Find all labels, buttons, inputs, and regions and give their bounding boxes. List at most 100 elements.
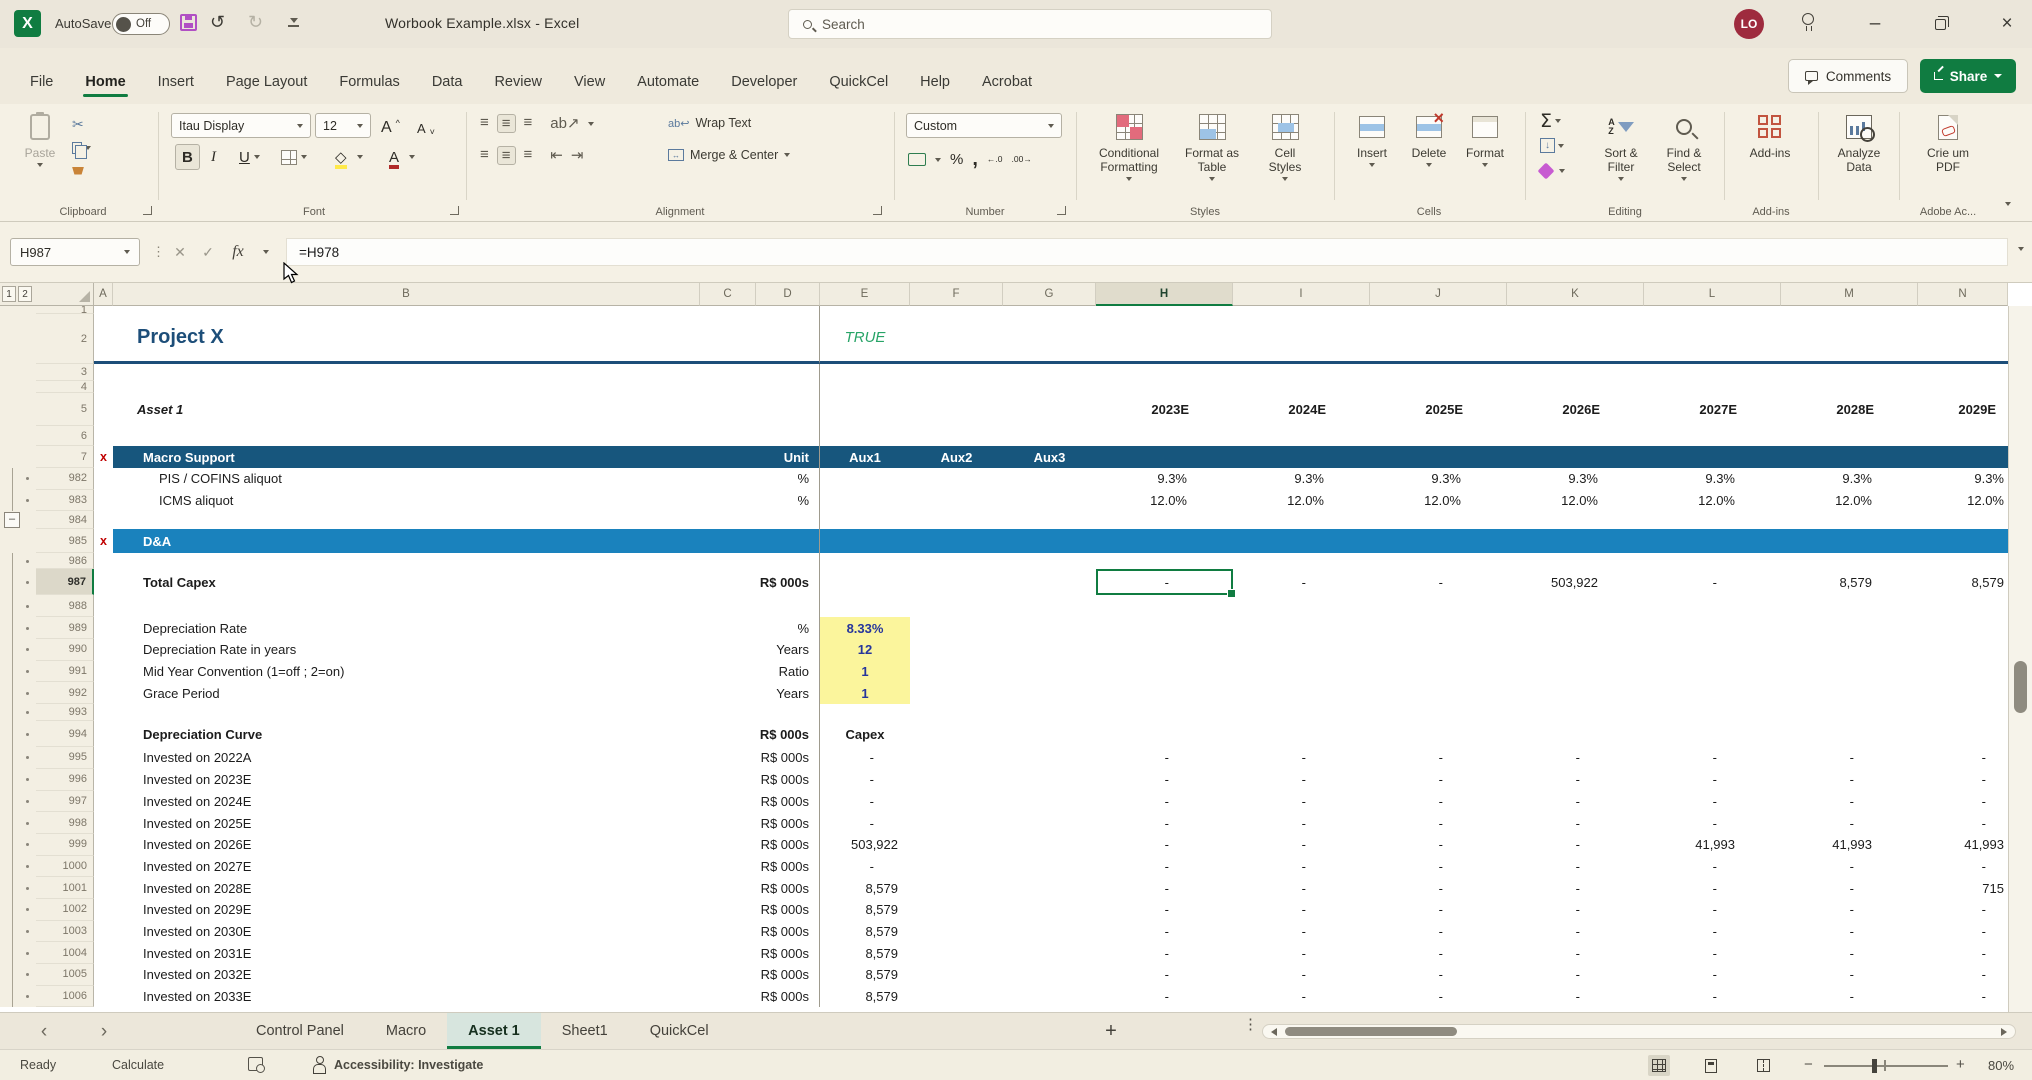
- cell-A982[interactable]: [94, 468, 113, 490]
- cell-H6[interactable]: [1096, 426, 1233, 446]
- cell-G999[interactable]: [1003, 834, 1096, 856]
- cell-E988[interactable]: [820, 595, 910, 617]
- cell-CD5[interactable]: [700, 393, 820, 426]
- cell-B1000[interactable]: Invested on 2027E: [113, 856, 700, 878]
- cell-A1000[interactable]: [94, 856, 113, 878]
- cell-CD1004[interactable]: R$ 000s: [700, 942, 820, 964]
- cell-I988[interactable]: [1233, 595, 1370, 617]
- font-dialog-launcher[interactable]: [450, 206, 459, 215]
- sheet-tab-asset-1[interactable]: Asset 1: [447, 1013, 541, 1049]
- cell-K986[interactable]: [1507, 553, 1644, 569]
- cell-K983[interactable]: 12.0%: [1507, 490, 1644, 512]
- column-header-G[interactable]: G: [1003, 283, 1096, 306]
- row-header-997[interactable]: 997: [36, 791, 94, 813]
- cell-J3[interactable]: [1370, 364, 1507, 381]
- cell-J1001[interactable]: -: [1370, 877, 1507, 899]
- cell-K987[interactable]: 503,922: [1507, 569, 1644, 595]
- ribbon-tab-file[interactable]: File: [14, 64, 69, 104]
- cell-G985[interactable]: [1003, 529, 1096, 553]
- cell-I1006[interactable]: -: [1233, 986, 1370, 1008]
- cell-L999[interactable]: 41,993: [1644, 834, 1781, 856]
- ribbon-tab-quickcel[interactable]: QuickCel: [813, 64, 904, 104]
- cell-H995[interactable]: -: [1096, 747, 1233, 769]
- clipboard-dialog-launcher[interactable]: [143, 206, 152, 215]
- cell-CD1002[interactable]: R$ 000s: [700, 899, 820, 921]
- undo-icon[interactable]: ↺: [210, 12, 225, 33]
- cell-E994[interactable]: Capex: [820, 721, 910, 747]
- cell-L993[interactable]: [1644, 704, 1781, 721]
- decrease-indent-icon[interactable]: ⇤: [550, 146, 563, 165]
- sheet-tab-quickcel[interactable]: QuickCel: [629, 1013, 730, 1049]
- cell-N1004[interactable]: -: [1918, 942, 2008, 964]
- cell-CD985[interactable]: [700, 529, 820, 553]
- insert-cells-button[interactable]: Insert: [1346, 111, 1398, 167]
- cell-I991[interactable]: [1233, 661, 1370, 683]
- cell-M3[interactable]: [1781, 364, 1918, 381]
- row-header-999[interactable]: 999: [36, 834, 94, 856]
- ribbon-tab-page-layout[interactable]: Page Layout: [210, 64, 323, 104]
- scroll-left-icon[interactable]: [1271, 1028, 1277, 1036]
- cell-G997[interactable]: [1003, 791, 1096, 813]
- cell-K6[interactable]: [1507, 426, 1644, 446]
- increase-font-button[interactable]: A^: [381, 115, 400, 141]
- prev-sheet-button[interactable]: ‹: [32, 1020, 56, 1044]
- lightbulb-icon[interactable]: [1802, 13, 1814, 25]
- cell-E1002[interactable]: 8,579: [820, 899, 910, 921]
- cell-B1002[interactable]: Invested on 2029E: [113, 899, 700, 921]
- ribbon-tab-developer[interactable]: Developer: [715, 64, 813, 104]
- cell-N1002[interactable]: -: [1918, 899, 2008, 921]
- cell-G995[interactable]: [1003, 747, 1096, 769]
- number-format-select[interactable]: Custom: [906, 113, 1062, 138]
- cell-H2[interactable]: [1096, 314, 1233, 364]
- cell-B1[interactable]: [113, 306, 700, 314]
- cell-M993[interactable]: [1781, 704, 1918, 721]
- cell-L987[interactable]: -: [1644, 569, 1781, 595]
- row-header-995[interactable]: 995: [36, 747, 94, 769]
- percent-style-button[interactable]: %: [950, 151, 963, 168]
- cell-H983[interactable]: 12.0%: [1096, 490, 1233, 512]
- cell-A1006[interactable]: [94, 986, 113, 1008]
- cell-N984[interactable]: [1918, 511, 2008, 529]
- cell-CD990[interactable]: Years: [700, 639, 820, 661]
- cell-B986[interactable]: [113, 553, 700, 569]
- cell-I997[interactable]: -: [1233, 791, 1370, 813]
- cell-J993[interactable]: [1370, 704, 1507, 721]
- cell-J986[interactable]: [1370, 553, 1507, 569]
- cell-L1000[interactable]: -: [1644, 856, 1781, 878]
- cell-B993[interactable]: [113, 704, 700, 721]
- cell-B7[interactable]: Macro Support: [113, 446, 700, 468]
- cell-K1002[interactable]: -: [1507, 899, 1644, 921]
- cell-F982[interactable]: [910, 468, 1003, 490]
- cell-L4[interactable]: [1644, 381, 1781, 393]
- cell-E991[interactable]: 1: [820, 661, 910, 683]
- cell-N995[interactable]: -: [1918, 747, 2008, 769]
- cell-E983[interactable]: [820, 490, 910, 512]
- cell-H993[interactable]: [1096, 704, 1233, 721]
- row-header-991[interactable]: 991: [36, 661, 94, 683]
- cell-J995[interactable]: -: [1370, 747, 1507, 769]
- conditional-formatting-button[interactable]: Conditional Formatting: [1090, 111, 1168, 181]
- cell-H991[interactable]: [1096, 661, 1233, 683]
- cell-B3[interactable]: [113, 364, 700, 381]
- cell-M1006[interactable]: -: [1781, 986, 1918, 1008]
- cell-M1[interactable]: [1781, 306, 1918, 314]
- align-top-icon[interactable]: ≡: [480, 114, 489, 133]
- cell-A3[interactable]: [94, 364, 113, 381]
- cell-H1000[interactable]: -: [1096, 856, 1233, 878]
- cell-G992[interactable]: [1003, 682, 1096, 704]
- analyze-data-button[interactable]: Analyze Data: [1828, 111, 1890, 174]
- cell-K1001[interactable]: -: [1507, 877, 1644, 899]
- column-header-M[interactable]: M: [1781, 283, 1918, 306]
- cell-H998[interactable]: -: [1096, 812, 1233, 834]
- cell-M1001[interactable]: -: [1781, 877, 1918, 899]
- cell-B982[interactable]: PIS / COFINS aliquot: [113, 468, 700, 490]
- cell-N3[interactable]: [1918, 364, 2008, 381]
- cell-J988[interactable]: [1370, 595, 1507, 617]
- cell-J1005[interactable]: -: [1370, 964, 1507, 986]
- cell-CD983[interactable]: %: [700, 490, 820, 512]
- cell-J996[interactable]: -: [1370, 769, 1507, 791]
- cell-A988[interactable]: [94, 595, 113, 617]
- align-center-icon[interactable]: ≡: [497, 146, 516, 165]
- collapse-ribbon-button[interactable]: [2000, 196, 2016, 212]
- cell-L1002[interactable]: -: [1644, 899, 1781, 921]
